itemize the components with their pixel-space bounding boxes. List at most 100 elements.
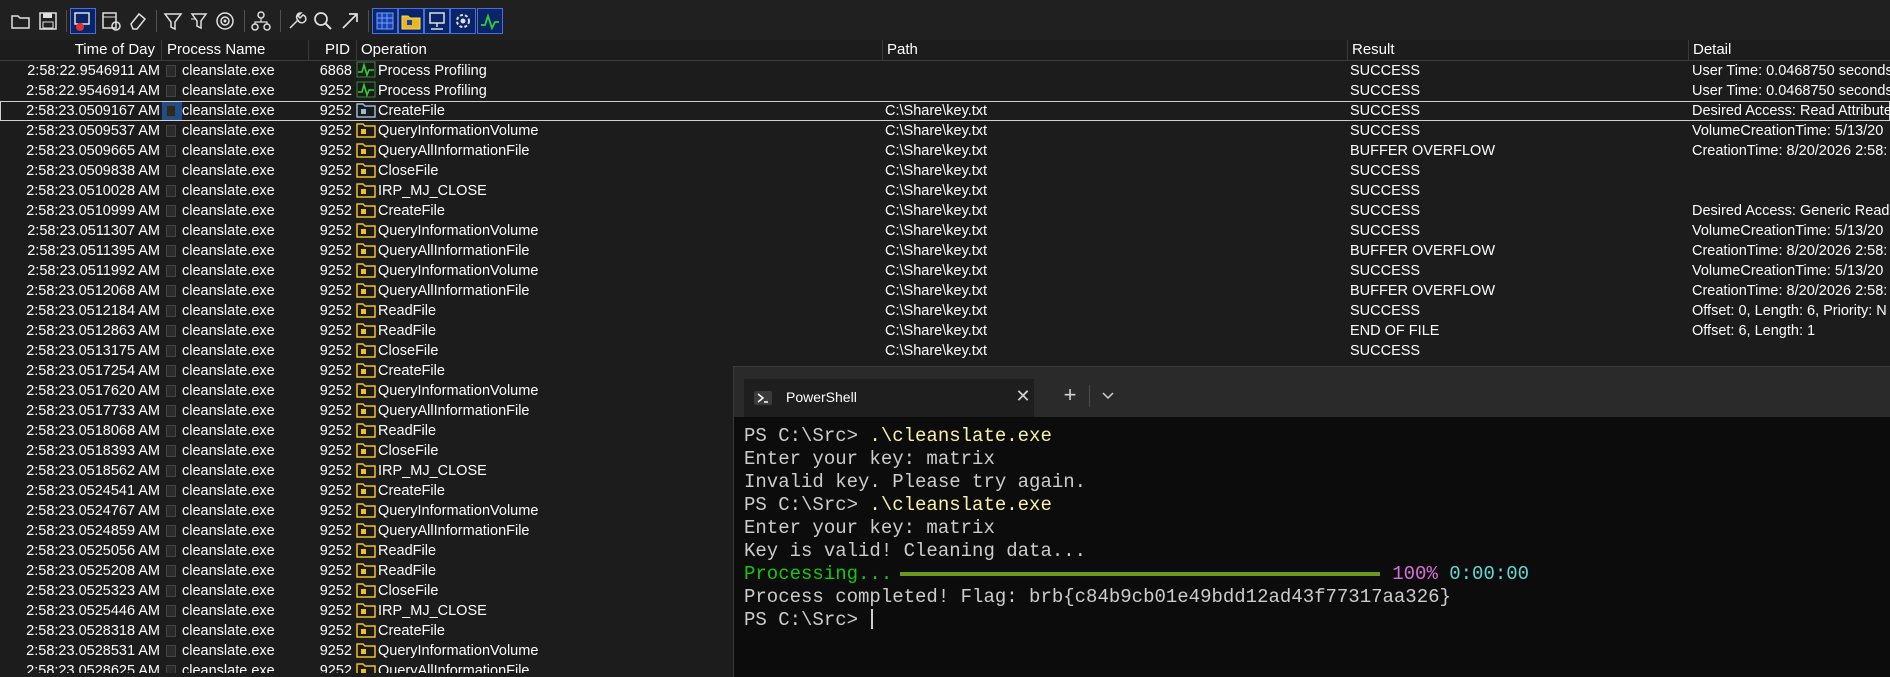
find-icon[interactable] [284,8,310,34]
column-detail[interactable]: Detail [1689,40,1890,60]
profiling-activity-icon[interactable] [477,8,503,34]
cell-result: SUCCESS [1350,123,1421,139]
table-row[interactable]: 2:58:23.0512863 AM cleanslate.exe 9252 Read… [0,321,1890,341]
file-system-icon [356,601,376,618]
cell-detail: User Time: 0.0468750 seconds [1692,63,1890,79]
process-name-text: cleanslate.exe [182,363,275,379]
file-system-icon [356,481,376,498]
table-row[interactable]: 2:58:22.9546914 AM cleanslate.exe 9252 Proc… [0,81,1890,101]
process-icon [166,425,176,438]
process-icon [166,325,176,338]
registry-activity-icon[interactable] [372,8,398,34]
column-time[interactable]: Time of Day [0,40,162,60]
file-system-icon [356,381,376,398]
process-icon [166,565,176,578]
process-icon [166,605,176,618]
search-icon[interactable] [310,8,336,34]
process-name-text: cleanslate.exe [182,623,275,639]
process-name-text: cleanslate.exe [182,663,275,673]
open-icon[interactable] [8,8,34,34]
table-row[interactable]: 2:58:23.0509537 AM cleanslate.exe 9252 Quer… [0,121,1890,141]
cell-detail: Offset: 6, Length: 1 [1692,323,1816,339]
table-row[interactable]: 2:58:23.0511992 AM cleanslate.exe 9252 Quer… [0,261,1890,281]
table-row[interactable]: 2:58:23.0510999 AM cleanslate.exe 9252 Crea… [0,201,1890,221]
cell-process-name: cleanslate.exe [166,261,306,281]
capture-icon[interactable] [70,8,96,34]
clear-icon[interactable] [125,8,151,34]
table-row[interactable]: 2:58:23.0511395 AM cleanslate.exe 9252 Quer… [0,241,1890,261]
column-operation[interactable]: Operation [357,40,883,60]
table-row[interactable]: 2:58:23.0512068 AM cleanslate.exe 9252 Quer… [0,281,1890,301]
cell-process-name: cleanslate.exe [166,581,306,601]
cell-path: C:\Share\key.txt [885,143,988,159]
column-path[interactable]: Path [883,40,1348,60]
cell-pid: 9252 [319,583,352,599]
chevron-down-icon[interactable] [1094,381,1122,409]
progress-line: Processing... 100% 0:00:00 [744,563,1884,586]
filter-icon[interactable] [160,8,186,34]
table-row[interactable]: 2:58:23.0512184 AM cleanslate.exe 9252 Read… [0,301,1890,321]
cell-time: 2:58:23.0511992 AM [27,263,160,279]
cell-pid: 9252 [319,423,352,439]
file-system-icon [356,521,376,538]
terminal-tab-title: PowerShell [786,389,857,405]
autoscroll-icon[interactable] [98,8,124,34]
cell-detail [1692,181,1890,201]
close-tab-icon[interactable]: ✕ [1012,385,1034,407]
progress-label: Processing... [744,563,893,585]
new-tab-icon[interactable]: + [1056,381,1084,409]
cell-process-name: cleanslate.exe [166,281,306,301]
network-activity-icon[interactable] [424,8,450,34]
cell-time: 2:58:23.0509537 AM [26,123,160,139]
jump-icon[interactable] [337,8,363,34]
cell-result: SUCCESS [1350,163,1421,179]
highlight-icon[interactable] [186,8,212,34]
cell-detail: CreationTime: 8/20/2026 2:58: [1692,143,1888,159]
process-icon [166,465,176,478]
terminal-tab[interactable]: PowerShell ✕ [744,379,1034,417]
column-header: Time of Day Process Name PID Operation P… [0,40,1890,61]
cell-operation: CreateFile [356,101,876,121]
table-row[interactable]: 2:58:22.9546911 AM cleanslate.exe 6868 Proc… [0,61,1890,81]
save-icon[interactable] [35,8,61,34]
column-process-name[interactable]: Process Name [163,40,309,60]
table-row[interactable]: 2:58:23.0509838 AM cleanslate.exe 9252 Clos… [0,161,1890,181]
cell-pid: 9252 [319,383,352,399]
cell-operation: QueryInformationVolume [356,121,876,141]
cell-process-name: cleanslate.exe [166,501,306,521]
cell-process-name: cleanslate.exe [166,301,306,321]
process-name-text: cleanslate.exe [182,203,275,219]
cell-process-name: cleanslate.exe [166,481,306,501]
cell-time: 2:58:23.0525446 AM [26,603,160,619]
column-pid[interactable]: PID [309,40,357,60]
command: .\cleanslate.exe [869,494,1052,516]
file-system-icon [356,581,376,598]
terminal-output[interactable]: PS C:\Src> .\cleanslate.exe Enter your k… [744,425,1884,632]
include-process-icon[interactable] [212,8,238,34]
table-row[interactable]: 2:58:23.0510028 AM cleanslate.exe 9252 IRP_… [0,181,1890,201]
file-activity-icon[interactable] [398,8,424,34]
process-name-text: cleanslate.exe [182,383,275,399]
cell-pid: 9252 [319,643,352,659]
prompt: PS C:\Src> [744,425,870,447]
process-activity-icon[interactable] [450,8,476,34]
file-system-icon [356,141,376,158]
cell-time: 2:58:23.0518393 AM [26,443,160,459]
operation-text: QueryAllInformationFile [378,283,530,299]
process-icon [166,305,176,318]
file-system-icon [356,361,376,378]
cell-operation: ReadFile [356,321,876,341]
table-row[interactable]: 2:58:23.0513175 AM cleanslate.exe 9252 Clos… [0,341,1890,361]
cell-process-name: cleanslate.exe [166,421,306,441]
process-name-text: cleanslate.exe [182,263,275,279]
cell-process-name: cleanslate.exe [166,621,306,641]
table-row[interactable]: 2:58:23.0509665 AM cleanslate.exe 9252 Quer… [0,141,1890,161]
file-system-icon [356,241,376,258]
operation-text: QueryInformationVolume [378,643,539,659]
process-name-text: cleanslate.exe [182,163,275,179]
table-row[interactable]: 2:58:23.0511307 AM cleanslate.exe 9252 Quer… [0,221,1890,241]
cell-time: 2:58:23.0512184 AM [26,303,160,319]
column-result[interactable]: Result [1348,40,1689,60]
process-tree-icon[interactable] [248,8,274,34]
table-row[interactable]: 2:58:23.0509167 AM cleanslate.exe 9252 Crea… [0,101,1890,121]
